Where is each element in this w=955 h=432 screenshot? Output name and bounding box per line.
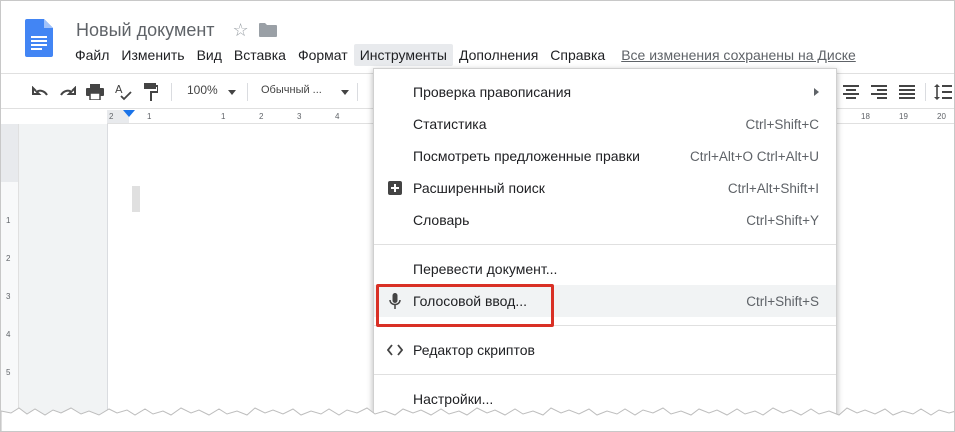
vertical-ruler-tick: 2 — [6, 254, 11, 263]
ruler-tick: 2 — [259, 112, 264, 121]
tools-menu: Проверка правописания Статистика Ctrl+Sh… — [373, 68, 837, 431]
highlight-annotation — [376, 284, 554, 327]
explore-plus-icon — [387, 180, 403, 196]
menu-edit[interactable]: Изменить — [115, 44, 190, 66]
align-justify-icon[interactable] — [897, 82, 917, 102]
menu-item-word-count[interactable]: Статистика Ctrl+Shift+C — [374, 108, 836, 140]
ruler-tick: 1 — [221, 112, 226, 121]
app-window: Новый документ ☆ Файл Изменить Вид Встав… — [0, 0, 955, 432]
menu-item-shortcut: Ctrl+Shift+Y — [746, 212, 819, 228]
document-title[interactable]: Новый документ — [76, 20, 215, 41]
vertical-ruler-tick: 5 — [6, 368, 11, 377]
menu-bar: Файл Изменить Вид Вставка Формат Инструм… — [69, 43, 856, 67]
line-spacing-icon[interactable] — [933, 82, 953, 102]
vertical-ruler-tick: 3 — [6, 292, 11, 301]
menu-item-dictionary[interactable]: Словарь Ctrl+Shift+Y — [374, 204, 836, 236]
spellcheck-icon[interactable]: A — [113, 82, 133, 102]
ruler-tick: 18 — [861, 112, 870, 121]
menu-item-label: Посмотреть предложенные правки — [413, 148, 640, 164]
menu-view[interactable]: Вид — [191, 44, 228, 66]
menu-item-shortcut: Ctrl+Shift+S — [746, 293, 819, 309]
svg-text:A: A — [115, 83, 123, 96]
ruler-tick: 1 — [147, 112, 152, 121]
menu-tools[interactable]: Инструменты — [353, 44, 453, 66]
menu-item-label: Статистика — [413, 116, 487, 132]
folder-icon[interactable] — [258, 23, 277, 37]
menu-item-shortcut: Ctrl+Alt+O Ctrl+Alt+U — [689, 148, 819, 164]
menu-item-label: Расширенный поиск — [413, 180, 545, 196]
ruler-tick: 2 — [109, 112, 114, 121]
menu-help[interactable]: Справка — [544, 44, 611, 66]
paragraph-style-select[interactable]: Обычный ... — [261, 84, 322, 96]
menu-item-label: Перевести документ... — [413, 261, 558, 277]
menu-insert[interactable]: Вставка — [228, 44, 292, 66]
menu-separator — [374, 244, 836, 245]
title-row: Новый документ ☆ — [76, 18, 277, 42]
vertical-ruler-margin — [1, 124, 18, 182]
menu-item-translate[interactable]: Перевести документ... — [374, 253, 836, 285]
toolbar-separator — [171, 83, 172, 101]
toolbar-separator — [925, 83, 926, 101]
menu-addons[interactable]: Дополнения — [453, 44, 544, 66]
style-caret-icon[interactable] — [341, 90, 349, 95]
zoom-select[interactable]: 100% — [187, 83, 218, 97]
menu-item-shortcut: Ctrl+Alt+Shift+I — [727, 180, 819, 196]
menu-separator — [374, 374, 836, 375]
document-page-right[interactable] — [837, 124, 954, 431]
vertical-ruler[interactable]: 1 2 3 4 5 — [1, 124, 19, 431]
menu-item-spelling[interactable]: Проверка правописания — [374, 76, 836, 108]
menu-item-label: Проверка правописания — [413, 84, 572, 100]
document-page[interactable] — [107, 124, 377, 431]
indent-marker-icon[interactable] — [123, 110, 135, 117]
toolbar-separator — [357, 83, 358, 101]
menu-item-label: Редактор скриптов — [413, 342, 535, 358]
ruler-tick: 3 — [297, 112, 302, 121]
menu-format[interactable]: Формат — [292, 44, 354, 66]
toolbar-separator — [247, 83, 248, 101]
menu-file[interactable]: Файл — [69, 44, 115, 66]
redo-icon[interactable] — [57, 82, 77, 102]
text-cursor — [132, 186, 140, 212]
menu-item-shortcut: Ctrl+Shift+C — [745, 116, 819, 132]
align-center-icon[interactable] — [841, 82, 861, 102]
menu-item-review-suggestions[interactable]: Посмотреть предложенные правки Ctrl+Alt+… — [374, 140, 836, 172]
undo-icon[interactable] — [31, 82, 51, 102]
code-icon — [387, 342, 403, 358]
star-icon[interactable]: ☆ — [233, 21, 249, 39]
zoom-caret-icon[interactable] — [228, 90, 236, 95]
vertical-ruler-tick: 4 — [6, 330, 11, 339]
ruler-tick: 4 — [335, 112, 340, 121]
docs-logo-icon[interactable] — [25, 19, 53, 57]
vertical-ruler-tick: 1 — [6, 216, 11, 225]
save-status-link[interactable]: Все изменения сохранены на Диске — [621, 47, 856, 63]
ruler-tick: 20 — [937, 112, 946, 121]
ruler-tick: 19 — [899, 112, 908, 121]
submenu-arrow-icon — [814, 88, 819, 96]
align-right-icon[interactable] — [869, 82, 889, 102]
paint-format-icon[interactable] — [141, 82, 161, 102]
menu-item-explore[interactable]: Расширенный поиск Ctrl+Alt+Shift+I — [374, 172, 836, 204]
print-icon[interactable] — [85, 82, 105, 102]
menu-item-label: Словарь — [413, 212, 470, 228]
menu-item-script-editor[interactable]: Редактор скриптов — [374, 334, 836, 366]
torn-edge — [1, 407, 954, 431]
